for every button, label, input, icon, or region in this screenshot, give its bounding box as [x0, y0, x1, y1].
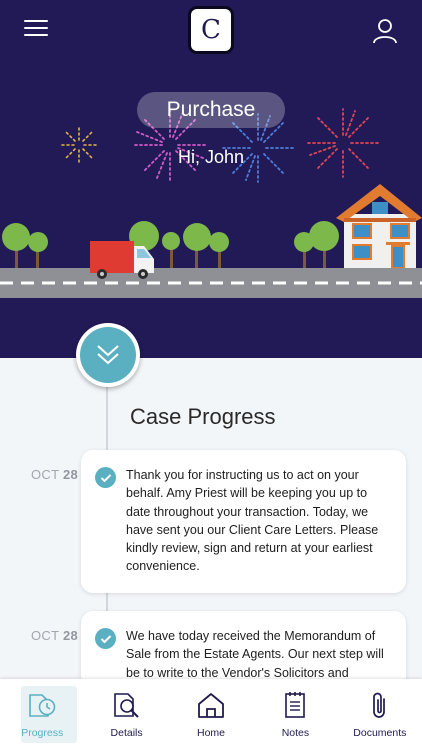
user-profile-icon[interactable] — [372, 18, 398, 44]
bottom-navigation: Progress Details Home Notes Documents — [0, 679, 422, 750]
hero-illustration — [0, 108, 422, 298]
app-logo: C — [191, 9, 231, 51]
double-chevron-down-icon — [97, 345, 119, 365]
nav-documents[interactable]: Documents — [338, 679, 422, 750]
home-icon — [198, 693, 224, 718]
paperclip-icon — [372, 692, 385, 718]
scroll-down-button[interactable] — [76, 323, 140, 387]
nav-details[interactable]: Details — [84, 679, 168, 750]
check-icon — [95, 628, 116, 649]
nav-notes[interactable]: Notes — [253, 679, 337, 750]
check-icon — [95, 467, 116, 488]
entry-date: OCT 28 — [31, 467, 78, 482]
progress-text: Thank you for instructing us to act on y… — [126, 468, 379, 574]
progress-card: Thank you for instructing us to act on y… — [81, 450, 406, 593]
nav-label: Progress — [21, 727, 64, 739]
page-title: Case Progress — [130, 404, 276, 429]
progress-text: We have today received the Memorandum of… — [126, 629, 384, 680]
transaction-type-badge: Purchase — [137, 92, 285, 128]
nav-label: Documents — [353, 727, 407, 739]
entry-day: 28 — [63, 467, 79, 482]
greeting-text: Hi, John — [177, 147, 245, 167]
menu-button[interactable] — [24, 20, 50, 40]
nav-label: Notes — [281, 727, 310, 739]
notes-icon — [285, 692, 306, 718]
nav-label: Details — [110, 727, 143, 739]
entry-month: OCT — [31, 467, 60, 482]
progress-icon — [29, 694, 56, 717]
entry-date: OCT 28 — [31, 628, 78, 643]
logo-letter: C — [201, 15, 221, 45]
nav-home[interactable]: Home — [169, 679, 253, 750]
entry-day: 28 — [63, 628, 79, 643]
house-illustration — [336, 184, 422, 269]
hero-banner: C Purchase Hi, John — [0, 0, 422, 358]
nav-progress[interactable]: Progress — [0, 679, 84, 750]
nav-label: Home — [197, 727, 226, 739]
entry-month: OCT — [31, 628, 60, 643]
tree-group-left — [2, 221, 339, 268]
details-icon — [113, 693, 139, 718]
